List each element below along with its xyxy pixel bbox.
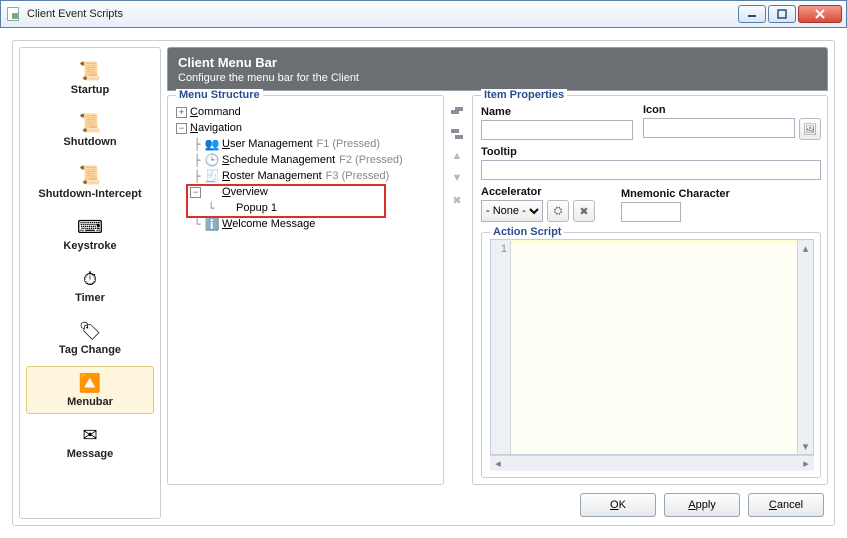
category-label: Shutdown (63, 136, 116, 148)
collapse-icon[interactable]: − (176, 123, 187, 134)
content-body: 📜Startup 📜Shutdown 📜Shutdown-Intercept ⌨… (19, 47, 828, 519)
tooltip-input[interactable] (481, 160, 821, 180)
script-icon: 📜 (77, 61, 103, 83)
ok-button[interactable]: OK (580, 493, 656, 517)
info-icon: ℹ️ (204, 217, 220, 231)
script-icon: 📜 (77, 165, 103, 187)
category-timer[interactable]: ⏱Timer (26, 262, 154, 310)
scroll-down-icon[interactable]: ▾ (798, 438, 813, 454)
tree-node-user-mgmt[interactable]: ├👥User ManagementF1 (Pressed) (176, 136, 437, 152)
script-category-list: 📜Startup 📜Shutdown 📜Shutdown-Intercept ⌨… (19, 47, 161, 519)
blank-icon (218, 201, 234, 215)
window-title: Client Event Scripts (27, 8, 738, 20)
icon-label: Icon (643, 104, 821, 116)
panel-subtitle: Configure the menu bar for the Client (178, 72, 817, 84)
accelerator-label: Accelerator (481, 186, 611, 198)
expand-icon[interactable]: + (176, 107, 187, 118)
item-properties-panel: Item Properties Name Icon 🖼 (472, 95, 828, 485)
menu-structure-legend: Menu Structure (176, 89, 263, 101)
menu-structure-panel: Menu Structure +Command −Navigation ├👥Us… (167, 95, 444, 485)
dialog-button-row: OK Apply Cancel (167, 485, 828, 519)
mnemonic-input[interactable] (621, 202, 681, 222)
move-up-button[interactable]: ▲ (448, 147, 466, 165)
accelerator-hint: F1 (Pressed) (317, 138, 381, 150)
titlebar[interactable]: Client Event Scripts (0, 0, 847, 28)
icon-browse-button[interactable]: 🖼 (799, 118, 821, 140)
category-shutdown-intercept[interactable]: 📜Shutdown-Intercept (26, 158, 154, 206)
panel-title: Client Menu Bar (178, 55, 817, 70)
tooltip-label: Tooltip (481, 146, 821, 158)
category-keystroke[interactable]: ⌨Keystroke (26, 210, 154, 258)
apply-button[interactable]: Apply (664, 493, 740, 517)
category-startup[interactable]: 📜Startup (26, 54, 154, 102)
accelerator-hint: F3 (Pressed) (326, 170, 390, 182)
delete-node-button[interactable]: ✖ (448, 191, 466, 209)
category-label: Keystroke (63, 240, 116, 252)
menu-tree[interactable]: +Command −Navigation ├👥User ManagementF1… (176, 102, 437, 478)
tree-node-roster-mgmt[interactable]: ├🧾Roster ManagementF3 (Pressed) (176, 168, 437, 184)
horizontal-scrollbar[interactable]: ◂▸ (490, 455, 814, 471)
tree-node-popup1[interactable]: └Popup 1 (176, 200, 437, 216)
envelope-icon: ✉ (77, 425, 103, 447)
move-down-button[interactable]: ▼ (448, 169, 466, 187)
minimize-button[interactable] (738, 5, 766, 23)
tree-node-overview[interactable]: −Overview (176, 184, 437, 200)
scroll-right-icon[interactable]: ▸ (798, 457, 814, 470)
action-script-legend: Action Script (490, 226, 564, 238)
cancel-button[interactable]: Cancel (748, 493, 824, 517)
tree-node-schedule-mgmt[interactable]: ├🕒Schedule ManagementF2 (Pressed) (176, 152, 437, 168)
add-sibling-button[interactable] (448, 103, 466, 121)
clock-icon: 🕒 (204, 153, 220, 167)
users-icon: 👥 (204, 137, 220, 151)
category-label: Tag Change (59, 344, 121, 356)
category-menubar[interactable]: 🔼Menubar (26, 366, 154, 414)
panels-row: Menu Structure +Command −Navigation ├👥Us… (167, 95, 828, 485)
menubar-icon: 🔼 (77, 373, 103, 395)
collapse-icon[interactable]: − (190, 187, 201, 198)
accelerator-select[interactable]: - None - (481, 200, 543, 222)
accelerator-clear-button[interactable]: ✖ (573, 200, 595, 222)
keyboard-icon: ⌨ (77, 217, 103, 239)
scroll-up-icon[interactable]: ▴ (798, 240, 813, 256)
script-icon: 📜 (77, 113, 103, 135)
category-label: Menubar (67, 396, 113, 408)
action-script-panel: Action Script 1 ▴▾ ◂▸ (481, 232, 821, 478)
category-label: Timer (75, 292, 105, 304)
maximize-button[interactable] (768, 5, 796, 23)
category-message[interactable]: ✉Message (26, 418, 154, 466)
category-tag-change[interactable]: 🏷Tag Change (26, 314, 154, 362)
window: Client Event Scripts 📜Startup 📜Shutdown … (0, 0, 847, 538)
icon-input[interactable] (643, 118, 795, 138)
stopwatch-icon: ⏱ (77, 269, 103, 291)
accelerator-hint: F2 (Pressed) (339, 154, 403, 166)
code-area[interactable] (511, 240, 797, 454)
vertical-scrollbar[interactable]: ▴▾ (797, 240, 813, 454)
content-outer: 📜Startup 📜Shutdown 📜Shutdown-Intercept ⌨… (12, 40, 835, 526)
category-label: Message (67, 448, 113, 460)
mnemonic-label: Mnemonic Character (621, 188, 761, 200)
category-label: Shutdown-Intercept (38, 188, 141, 200)
name-label: Name (481, 106, 633, 118)
add-child-button[interactable] (448, 125, 466, 143)
tree-node-command[interactable]: +Command (176, 104, 437, 120)
roster-icon: 🧾 (204, 169, 220, 183)
name-input[interactable] (481, 120, 633, 140)
scroll-left-icon[interactable]: ◂ (490, 457, 506, 470)
blank-icon (204, 185, 220, 199)
category-label: Startup (71, 84, 110, 96)
right-column: Client Menu Bar Configure the menu bar f… (167, 47, 828, 519)
item-properties-legend: Item Properties (481, 89, 567, 101)
category-shutdown[interactable]: 📜Shutdown (26, 106, 154, 154)
tag-icon: 🏷 (77, 321, 103, 343)
line-gutter: 1 (491, 240, 511, 454)
panel-header: Client Menu Bar Configure the menu bar f… (167, 47, 828, 91)
code-editor[interactable]: 1 ▴▾ (490, 239, 814, 455)
close-button[interactable] (798, 5, 842, 23)
tree-node-welcome[interactable]: └ℹ️Welcome Message (176, 216, 437, 232)
tree-toolbar: ▲ ▼ ✖ (448, 95, 468, 485)
tree-node-navigation[interactable]: −Navigation (176, 120, 437, 136)
accelerator-edit-button[interactable]: ⛭ (547, 200, 569, 222)
app-icon (5, 6, 21, 22)
